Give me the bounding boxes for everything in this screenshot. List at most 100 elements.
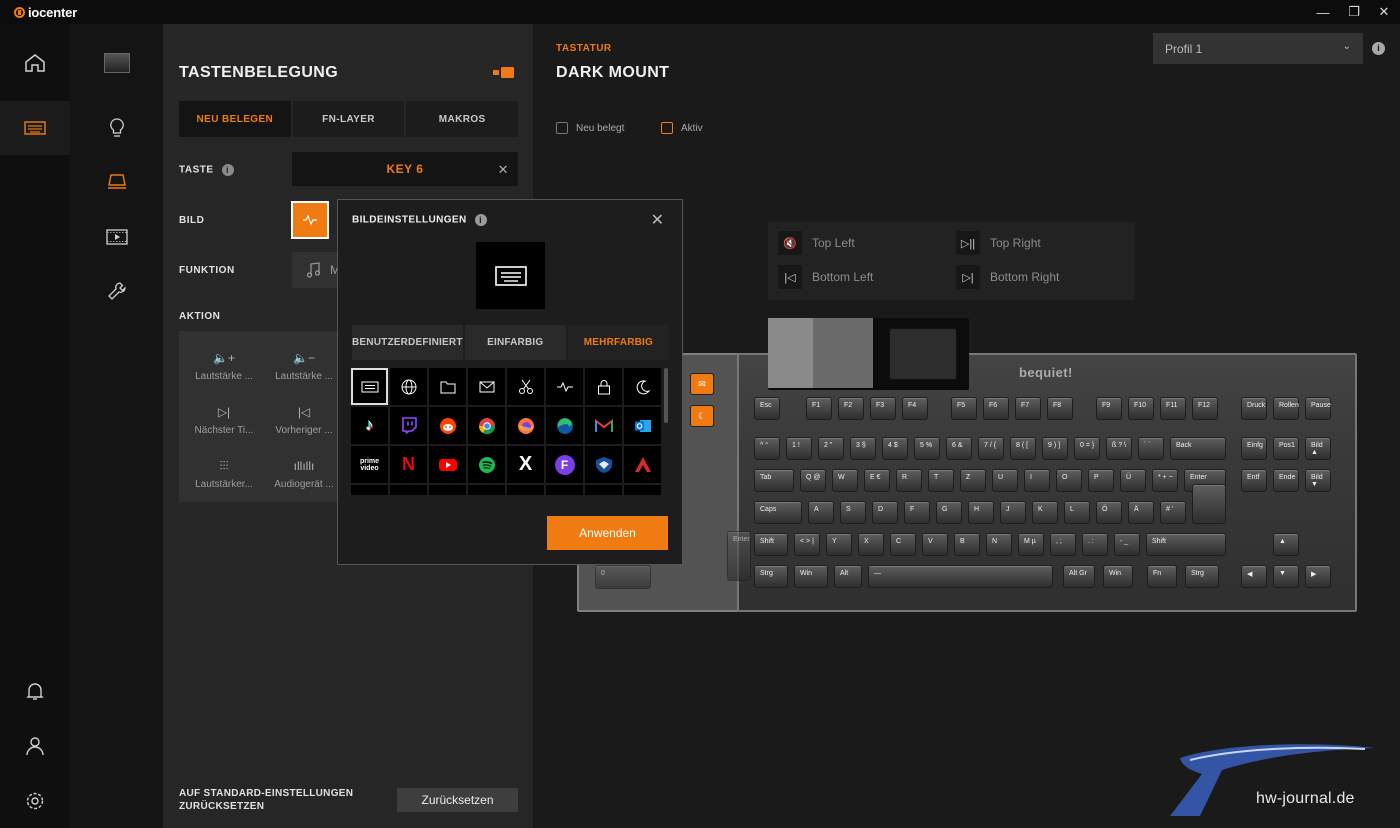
function-field[interactable]: M	[292, 252, 342, 288]
keyboard-key[interactable]: F11	[1160, 397, 1186, 420]
corner-top-left[interactable]: 🔇 Top Left	[778, 231, 855, 255]
keyboard-key[interactable]: D	[872, 501, 898, 524]
keyboard-key[interactable]: H	[968, 501, 994, 524]
corner-top-right[interactable]: ▷|| Top Right	[956, 231, 1041, 255]
grid-icon[interactable]	[585, 485, 622, 495]
keyboard-key[interactable]: - _	[1114, 533, 1140, 556]
keyboard-key[interactable]: L	[1064, 501, 1090, 524]
keyboard-key[interactable]: 2 "	[818, 437, 844, 460]
checkbox-active[interactable]: Aktiv	[661, 122, 703, 134]
keyboard-key[interactable]: Ende	[1273, 469, 1299, 492]
keyboard-key[interactable]: ▲	[1273, 533, 1299, 556]
grid-icon[interactable]	[507, 485, 544, 495]
close-icon[interactable]: ✕	[651, 210, 664, 230]
keyboard-key[interactable]: Z	[960, 469, 986, 492]
grid-folder-icon[interactable]	[429, 368, 466, 405]
tab-custom[interactable]: BENUTZERDEFINIERT	[352, 325, 465, 360]
grid-pulse-icon[interactable]	[546, 368, 583, 405]
keyboard-key[interactable]: Shift	[1146, 533, 1226, 556]
subnav-tools[interactable]	[70, 264, 163, 318]
keyboard-key[interactable]: O	[1056, 469, 1082, 492]
keyboard-key[interactable]: Win	[794, 565, 828, 588]
keyboard-key[interactable]: Tab	[754, 469, 794, 492]
grid-chrome-icon[interactable]	[468, 407, 505, 444]
keyboard-key[interactable]: 3 §	[850, 437, 876, 460]
keyboard-key[interactable]: Caps	[754, 501, 802, 524]
grid-moon-icon[interactable]	[624, 368, 661, 405]
keyboard-key[interactable]: Win	[1103, 565, 1133, 588]
grid-mail-icon[interactable]	[468, 368, 505, 405]
tab-multicolor[interactable]: MEHRFARBIG	[567, 325, 669, 360]
keyboard-key[interactable]: Q @	[800, 469, 826, 492]
nav-account[interactable]	[0, 719, 70, 773]
keyboard-key[interactable]: V	[922, 533, 948, 556]
enter-key-lower[interactable]	[1192, 484, 1226, 524]
keyboard-key[interactable]: Shift	[754, 533, 788, 556]
grid-tiktok-icon[interactable]: ♪	[351, 407, 388, 444]
macro-key-moon[interactable]: ☾	[690, 405, 714, 427]
grid-icon[interactable]	[546, 485, 583, 495]
keyboard-key[interactable]: U	[992, 469, 1018, 492]
keyboard-key[interactable]: F9	[1096, 397, 1122, 420]
grid-twitch-icon[interactable]	[390, 407, 427, 444]
keyboard-key[interactable]: Pause	[1305, 397, 1331, 420]
numpad-key[interactable]: Enter	[727, 531, 751, 581]
keyboard-key[interactable]: Einfg	[1241, 437, 1267, 460]
apply-button[interactable]: Anwenden	[547, 516, 668, 550]
keyboard-key[interactable]: Pos1	[1273, 437, 1299, 460]
keyboard-key[interactable]: F2	[838, 397, 864, 420]
grid-icon[interactable]	[429, 485, 466, 495]
keyboard-key[interactable]: 9 ) ]	[1042, 437, 1068, 460]
keyboard-key[interactable]: I	[1024, 469, 1050, 492]
keyboard-key[interactable]: . :	[1082, 533, 1108, 556]
grid-f-icon[interactable]: F	[546, 446, 583, 483]
grid-prime-video-icon[interactable]: prime video	[351, 446, 388, 483]
keyboard-key[interactable]: Bild ▼	[1305, 469, 1331, 492]
keyboard-key[interactable]: F10	[1128, 397, 1154, 420]
keyboard-key[interactable]: J	[1000, 501, 1026, 524]
grid-icon[interactable]	[468, 485, 505, 495]
corner-bottom-right[interactable]: ▷| Bottom Right	[956, 265, 1059, 289]
grid-lock-icon[interactable]	[585, 368, 622, 405]
keyboard-key[interactable]: K	[1032, 501, 1058, 524]
keyboard-key[interactable]: ◀	[1241, 565, 1267, 588]
keyboard-key[interactable]: Rollen	[1273, 397, 1299, 420]
grid-youtube-icon[interactable]	[429, 446, 466, 483]
keyboard-dpad[interactable]	[813, 318, 873, 388]
keyboard-key[interactable]: F1	[806, 397, 832, 420]
keyboard-key[interactable]: Ü	[1120, 469, 1146, 492]
grid-spotify-icon[interactable]	[468, 446, 505, 483]
keyboard-key[interactable]: N	[986, 533, 1012, 556]
key-field[interactable]: KEY 6 ✕	[292, 152, 518, 186]
keyboard-key[interactable]: T	[928, 469, 954, 492]
grid-apex-icon[interactable]	[624, 446, 661, 483]
keyboard-key[interactable]: , ;	[1050, 533, 1076, 556]
keyboard-key[interactable]: F3	[870, 397, 896, 420]
tab-neu-belegen[interactable]: NEU BELEGEN	[179, 101, 293, 137]
keyboard-key[interactable]: S	[840, 501, 866, 524]
close-button[interactable]: ✕	[1366, 0, 1400, 24]
keyboard-key[interactable]: < > |	[794, 533, 820, 556]
keyboard-key[interactable]: F6	[983, 397, 1009, 420]
keyboard-key[interactable]: Strg	[754, 565, 788, 588]
nav-notifications[interactable]	[0, 664, 70, 718]
grid-firefox-icon[interactable]	[507, 407, 544, 444]
keyboard-key[interactable]: Druck	[1241, 397, 1267, 420]
info-icon[interactable]: i	[474, 214, 487, 226]
keyboard-key[interactable]: E €	[864, 469, 890, 492]
keyboard-key[interactable]: F8	[1047, 397, 1073, 420]
keyboard-key[interactable]: F7	[1015, 397, 1041, 420]
keyboard-key[interactable]: ß ? \	[1106, 437, 1132, 460]
keyboard-key[interactable]: Fn	[1147, 565, 1177, 588]
keyboard-key[interactable]: F5	[951, 397, 977, 420]
keyboard-key[interactable]: ´ `	[1138, 437, 1164, 460]
subnav-media[interactable]	[70, 210, 163, 264]
keyboard-key[interactable]: 6 &	[946, 437, 972, 460]
grid-icon[interactable]	[390, 485, 427, 495]
tab-single-color[interactable]: EINFARBIG	[464, 325, 568, 360]
keyboard-key[interactable]: 7 / {	[978, 437, 1004, 460]
grid-shield-icon[interactable]	[585, 446, 622, 483]
grid-outlook-icon[interactable]	[624, 407, 661, 444]
keyboard-key[interactable]: Ö	[1096, 501, 1122, 524]
corner-bottom-left[interactable]: |◁ Bottom Left	[778, 265, 873, 289]
